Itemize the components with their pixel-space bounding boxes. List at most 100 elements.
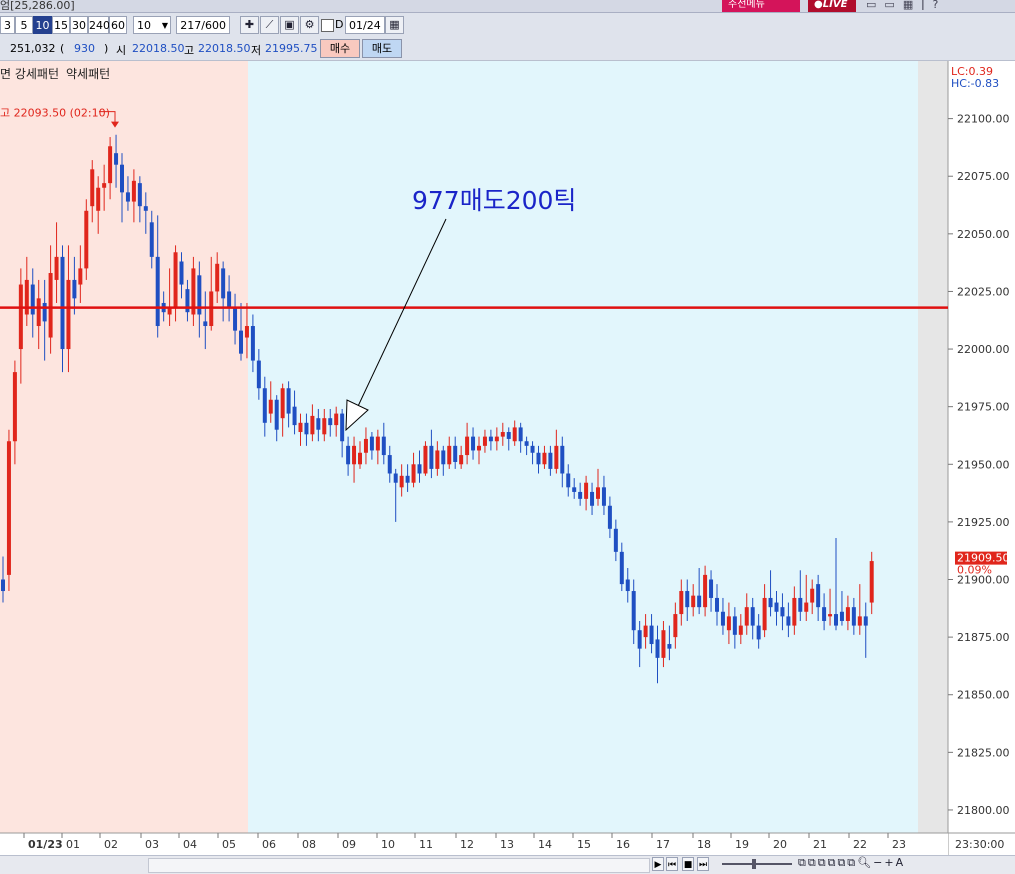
candle-body [857,616,862,626]
slider-thumb[interactable] [752,859,756,869]
copy3-icon[interactable]: ⧉ [818,856,828,869]
time-tick-label: 21 [813,838,827,851]
candle-body [792,597,797,626]
live-badge[interactable]: ●LIVE [808,0,856,12]
period-button-30[interactable]: 30 [70,16,88,34]
annotation-text: 977매도200틱 [412,186,576,215]
candle-body [756,625,761,640]
restore-icon[interactable]: ▭ [884,0,902,11]
candle-body [24,279,29,315]
candle-body [482,436,487,446]
zoom-icons[interactable]: ⧉⧉⧉⧉⧉⧉🔍︎−+A [798,856,905,870]
time-tick-label: 20 [773,838,787,851]
play-icon[interactable]: ▶ [652,857,664,871]
candle-body [863,616,868,626]
sell-button[interactable]: 매도 [362,39,402,58]
help-icon[interactable]: ? [932,0,946,11]
plus-icon[interactable]: + [884,856,895,869]
candle-body [346,445,351,465]
candle-body [494,436,499,442]
candle-body [780,607,785,617]
time-tick-label: 04 [183,838,197,851]
period-button-3[interactable]: 3 [0,16,15,34]
candlestick-chart[interactable]: 22100.00 22075.00 22050.00 22025.00 22000.00… [0,61,1015,855]
fit-icon[interactable]: ⧉ [828,856,838,869]
trendline-icon[interactable]: ⟋ [260,16,279,34]
window-controls[interactable]: ▭▭▦ǀ? [866,0,946,11]
copy2-icon[interactable]: ⧉ [808,856,818,869]
calendar-icon[interactable]: ▦ [385,16,404,34]
candle-body [851,607,856,626]
crosshair-icon[interactable]: ✚ [240,16,259,34]
window-titlebar: 엄[25,286.00] 주전메뉴 ●LIVE ▭▭▦ǀ? [0,0,1015,13]
change-value: 930 [74,42,95,55]
candle-body [369,436,374,451]
candle-body [310,415,315,435]
candle-body [477,445,481,451]
candle-body [524,441,529,446]
candle-body [72,279,77,299]
save-icon[interactable]: ▣ [280,16,299,34]
prev-icon[interactable]: ⏮ [666,857,678,871]
pin-icon[interactable]: ǀ [921,0,932,11]
count-input[interactable]: 217/600 [176,16,230,34]
fit3-icon[interactable]: ⧉ [847,856,857,869]
price-tick-label: 21875.00 [957,631,1010,644]
candle-body [221,268,226,299]
period-button-60[interactable]: 60 [109,16,127,34]
period-button-240[interactable]: 240 [88,16,110,34]
candle-body [828,614,833,617]
candle-body [649,625,654,645]
price-tick-label: 21975.00 [957,401,1010,414]
window-icon[interactable]: ▭ [866,0,884,11]
interval-select[interactable]: 10 ▼ [133,16,171,34]
high-marker-label: 고 22093.50 (02:10) [0,107,110,120]
slider-icon[interactable] [722,863,792,865]
chart-scrollbar[interactable]: ▶ ⏮ ■ ⏭ ⧉⧉⧉⧉⧉⧉🔍︎−+A [0,855,1015,874]
candle-body [619,551,624,585]
candle-body [667,644,672,649]
candle-body [328,418,333,426]
candle-body [691,595,696,608]
hc-label: HC:-0.83 [951,77,999,90]
daily-checkbox[interactable] [321,19,334,32]
candle-body [90,169,95,207]
candle-body [834,614,838,626]
period-button-15[interactable]: 15 [52,16,70,34]
candle-body [560,445,565,474]
candle-body [155,256,160,327]
candle-body [54,256,59,280]
scroll-track[interactable] [148,858,650,873]
period-button-5[interactable]: 5 [15,16,33,34]
minus-icon[interactable]: − [873,856,884,869]
chart-area[interactable]: 22100.00 22075.00 22050.00 22025.00 22000.00… [0,61,1015,873]
quote-infobar: 251,032 ( 930 ) 시 22018.50 고 22018.50 저 … [0,38,1015,61]
candle-body [518,427,523,442]
candle-body [726,616,731,631]
candle-body [839,611,844,621]
candle-body [60,256,65,350]
auto-icon[interactable]: A [896,856,906,869]
main-menu-badge[interactable]: 주전메뉴 [722,0,800,12]
stop-icon[interactable]: ■ [682,857,694,871]
date-input[interactable]: 01/24 [345,16,385,34]
candle-body [102,183,107,188]
candle-body [768,597,773,608]
zoom-out-icon[interactable]: 🔍︎ [857,856,873,869]
copy-icon[interactable]: ⧉ [798,856,808,869]
layout-icon[interactable]: ▦ [903,0,921,11]
candle-body [108,146,113,184]
candle-body [584,482,589,499]
high-value: 22018.50 [198,42,251,55]
gear-icon[interactable]: ⚙ [300,16,319,34]
time-tick-label: 10 [381,838,395,851]
candle-body [227,291,232,308]
period-button-10[interactable]: 10 [33,16,52,34]
buy-button[interactable]: 매수 [320,39,360,58]
time-tick-label: 22 [853,838,867,851]
candle-body [435,450,440,469]
candle-body [572,487,577,492]
next-icon[interactable]: ⏭ [697,857,709,871]
fit2-icon[interactable]: ⧉ [837,856,847,869]
time-tick-label: 23:30:00 [955,838,1004,851]
